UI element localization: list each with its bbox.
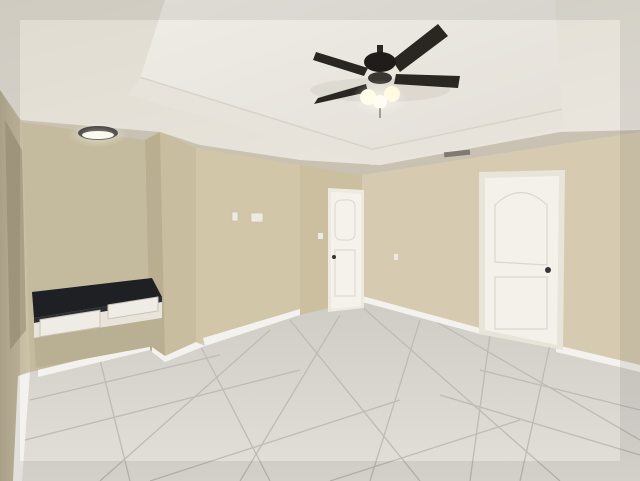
door-right[interactable] (479, 170, 565, 350)
door-knob-center[interactable] (332, 255, 336, 259)
door-knob-right[interactable] (545, 267, 551, 273)
thermostat (318, 233, 323, 239)
door-icon (485, 176, 559, 345)
wall-outlet (394, 254, 398, 260)
room-illustration (0, 0, 640, 481)
wall-column (160, 132, 196, 360)
door-center[interactable] (328, 188, 364, 312)
light-fixture-icon (68, 123, 128, 147)
room-photo (0, 0, 640, 481)
